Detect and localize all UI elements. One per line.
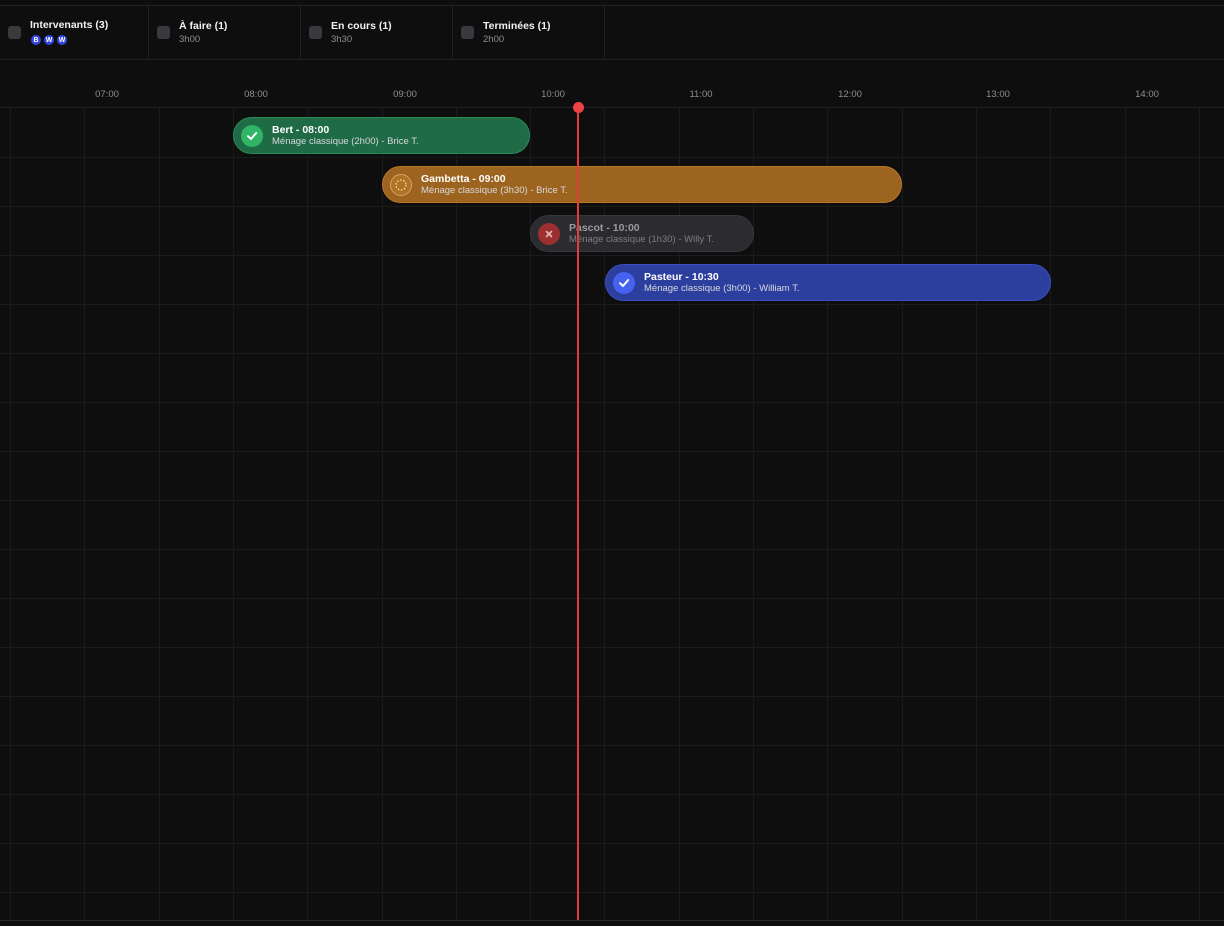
grid-line-vertical <box>10 108 11 921</box>
filter-en-cours-duration: 3h30 <box>331 33 353 45</box>
task-bar-pascot[interactable]: Pascot - 10:00 Ménage classique (1h30) -… <box>530 215 754 252</box>
grid-line-vertical <box>1050 108 1051 921</box>
grid-line-horizontal <box>0 598 1224 599</box>
task-bar-pasteur[interactable]: Pasteur - 10:30 Ménage classique (3h00) … <box>605 264 1051 301</box>
grid-line-vertical <box>159 108 160 921</box>
filter-en-cours-label: En cours (1) <box>331 19 392 32</box>
grid-line-vertical <box>976 108 977 921</box>
filter-a-faire-checkbox[interactable] <box>157 26 170 39</box>
filter-en-cours[interactable]: En cours (1) 3h30 <box>301 6 453 59</box>
grid-line-horizontal <box>0 304 1224 305</box>
grid-line-horizontal <box>0 745 1224 746</box>
grid-line-vertical <box>382 108 383 921</box>
filter-bar: Intervenants (3) B W W À faire (1) 3h00 … <box>0 5 1224 60</box>
grid-line-vertical <box>1199 108 1200 921</box>
grid-line-horizontal <box>0 353 1224 354</box>
grid-line-vertical <box>307 108 308 921</box>
grid-line-vertical <box>84 108 85 921</box>
grid-line-horizontal <box>0 549 1224 550</box>
filter-a-faire[interactable]: À faire (1) 3h00 <box>149 6 301 59</box>
timeline: 07:00 08:00 09:00 10:00 11:00 12:00 13:0… <box>0 60 1224 921</box>
grid-line-vertical <box>827 108 828 921</box>
hour-label: 11:00 <box>689 89 713 100</box>
grid-line-vertical <box>1125 108 1126 921</box>
check-circle-icon <box>241 124 263 147</box>
hour-label: 14:00 <box>1135 89 1159 100</box>
grid-line-vertical <box>456 108 457 921</box>
filter-terminees-checkbox[interactable] <box>461 26 474 39</box>
current-time-line <box>577 108 579 921</box>
task-title: Pasteur - 10:30 <box>644 271 719 283</box>
filter-a-faire-duration: 3h00 <box>179 33 201 45</box>
task-title: Pascot - 10:00 <box>569 222 640 234</box>
task-subtitle: Ménage classique (3h00) - William T. <box>644 283 800 294</box>
filter-en-cours-checkbox[interactable] <box>309 26 322 39</box>
grid-line-vertical <box>233 108 234 921</box>
filter-intervenants[interactable]: Intervenants (3) B W W <box>0 6 149 59</box>
task-bar-gambetta[interactable]: Gambetta - 09:00 Ménage classique (3h30)… <box>382 166 902 203</box>
hour-label: 12:00 <box>838 89 862 100</box>
filter-intervenants-label: Intervenants (3) <box>30 19 109 31</box>
grid-line-horizontal <box>0 255 1224 256</box>
avatar[interactable]: B <box>30 34 42 46</box>
filter-terminees-label: Terminées (1) <box>483 19 551 32</box>
filter-terminees-duration: 2h00 <box>483 33 505 45</box>
filter-terminees[interactable]: Terminées (1) 2h00 <box>453 6 605 59</box>
in-progress-icon <box>390 173 412 196</box>
grid-line-horizontal <box>0 843 1224 844</box>
hour-label: 08:00 <box>244 89 268 100</box>
avatar[interactable]: W <box>56 34 68 46</box>
intervenant-avatars: B W W <box>30 34 108 46</box>
grid-line-vertical <box>902 108 903 921</box>
grid-line-horizontal <box>0 794 1224 795</box>
task-subtitle: Ménage classique (1h30) - Willy T. <box>569 234 715 245</box>
bottom-divider <box>0 920 1224 921</box>
avatar[interactable]: W <box>43 34 55 46</box>
task-title: Gambetta - 09:00 <box>421 173 506 185</box>
cancel-icon <box>538 222 560 245</box>
grid-line-horizontal <box>0 696 1224 697</box>
task-bar-bert[interactable]: Bert - 08:00 Ménage classique (2h00) - B… <box>233 117 530 154</box>
grid-line-horizontal <box>0 500 1224 501</box>
hour-label: 13:00 <box>986 89 1010 100</box>
time-header: 07:00 08:00 09:00 10:00 11:00 12:00 13:0… <box>0 60 1224 108</box>
grid-line-horizontal <box>0 206 1224 207</box>
filter-intervenants-checkbox[interactable] <box>8 26 21 39</box>
grid-line-horizontal <box>0 451 1224 452</box>
hour-label: 07:00 <box>95 89 119 100</box>
hour-label: 09:00 <box>393 89 417 100</box>
task-title: Bert - 08:00 <box>272 124 330 136</box>
planning-app: Intervenants (3) B W W À faire (1) 3h00 … <box>0 0 1224 926</box>
current-time-marker <box>572 102 584 113</box>
filter-a-faire-label: À faire (1) <box>179 19 228 32</box>
task-subtitle: Ménage classique (2h00) - Brice T. <box>272 136 419 147</box>
grid-line-horizontal <box>0 892 1224 893</box>
grid-line-horizontal <box>0 647 1224 648</box>
grid-line-horizontal <box>0 402 1224 403</box>
hour-label: 10:00 <box>541 89 565 100</box>
task-subtitle: Ménage classique (3h30) - Brice T. <box>421 185 568 196</box>
check-circle-icon <box>613 271 635 294</box>
grid-line-horizontal <box>0 157 1224 158</box>
